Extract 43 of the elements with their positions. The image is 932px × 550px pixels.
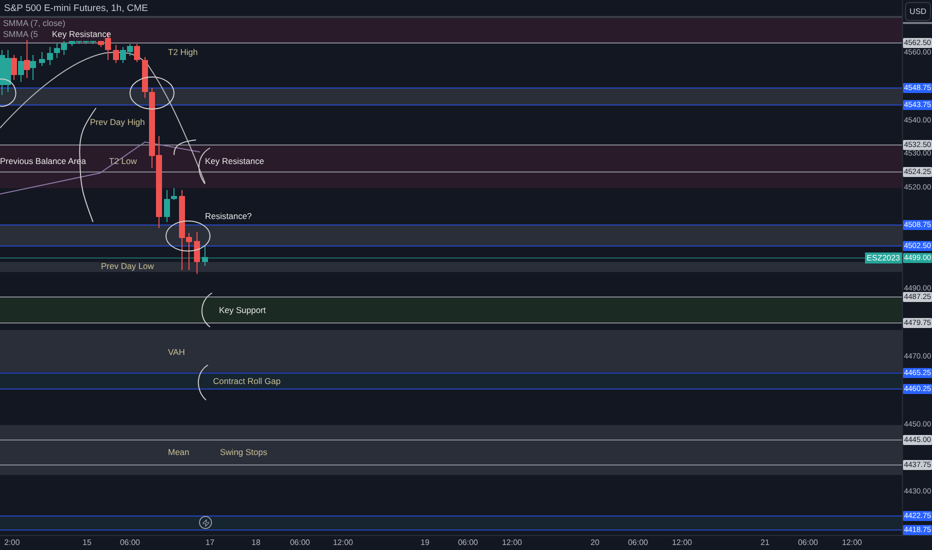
- chart-title: S&P 500 E-mini Futures, 1h, CME: [4, 3, 148, 14]
- chart-annotation: T2 Low: [109, 156, 137, 166]
- chart-annotation: Key Support: [219, 305, 266, 315]
- indicator-legend: SMMA (5: [3, 29, 38, 39]
- time-tick: 12:00: [672, 538, 692, 548]
- hand-drawn-curve: [0, 78, 16, 107]
- chart-annotation: Swing Stops: [220, 447, 268, 457]
- time-tick: 19: [420, 538, 430, 548]
- time-tick: 06:00: [120, 538, 140, 548]
- candle: [39, 52, 45, 66]
- chart-annotation: Contract Roll Gap: [213, 376, 281, 386]
- time-tick: 21: [760, 538, 770, 548]
- time-tick: 12:00: [842, 538, 862, 548]
- time-tick: 2:00: [4, 538, 20, 548]
- hand-drawn-curve: [202, 292, 212, 328]
- lightning-icon[interactable]: [199, 516, 212, 529]
- hand-drawn-circle: [130, 76, 174, 110]
- hand-drawn-curve: [174, 140, 196, 156]
- time-tick: 12:00: [332, 538, 354, 548]
- indicator-legend: SMMA (7, close): [3, 18, 66, 28]
- time-tick: 12:00: [502, 538, 522, 548]
- time-tick: 15: [82, 538, 92, 548]
- chart-annotation: Mean: [168, 447, 190, 457]
- time-tick: 06:00: [798, 538, 818, 548]
- time-tick: 20: [590, 538, 600, 548]
- candle: [202, 246, 208, 266]
- time-tick: 06:00: [290, 538, 310, 548]
- time-tick: 06:00: [628, 538, 648, 548]
- chart-annotation: VAH: [168, 347, 185, 357]
- time-tick: 17: [206, 538, 214, 548]
- chart-annotation: Key Resistance: [205, 156, 264, 166]
- chart-annotation: T2 High: [168, 47, 198, 57]
- chart-annotation: Prev Day Low: [101, 261, 154, 271]
- hand-drawn-curve: [198, 364, 208, 400]
- chart-annotation: Key Resistance: [52, 29, 112, 39]
- symbol-tag: ESZ2023: [864, 252, 902, 264]
- chart-annotation: Resistance?: [205, 211, 252, 221]
- time-tick: 06:00: [458, 538, 478, 548]
- candle: [194, 232, 200, 274]
- chart-annotation: Prev Day High: [90, 117, 145, 127]
- time-tick: 18: [252, 538, 260, 548]
- hand-drawn-circle: [166, 220, 210, 252]
- currency-button[interactable]: USD: [905, 2, 931, 21]
